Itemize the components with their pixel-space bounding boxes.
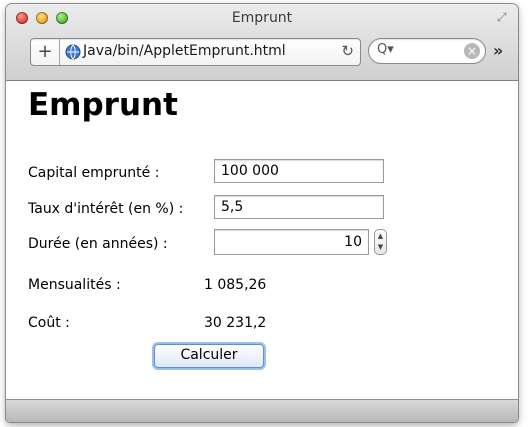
capital-input[interactable] xyxy=(214,159,384,183)
calculate-button[interactable]: Calculer xyxy=(154,344,264,368)
duree-input[interactable]: 10 xyxy=(214,229,369,255)
address-bar[interactable]: + Java/bin/AppletEmprunt.html ↻ xyxy=(30,38,361,66)
duree-stepper[interactable]: ▲ ▼ xyxy=(374,229,387,255)
status-bar xyxy=(6,399,518,422)
globe-icon xyxy=(65,44,81,60)
chevron-down-icon[interactable]: ▼ xyxy=(375,241,386,253)
mensualites-value: 1 085,26 xyxy=(204,277,267,293)
page-content: Emprunt Capital emprunté : Taux d'intérê… xyxy=(6,81,518,399)
page-title: Emprunt xyxy=(28,87,178,123)
window-title: Emprunt xyxy=(231,10,293,26)
search-field[interactable]: Q▾ × xyxy=(368,38,486,64)
taux-input[interactable] xyxy=(214,195,384,219)
browser-window: Emprunt ⤢ + Java/bin/AppletEmprunt.html … xyxy=(6,4,518,422)
duree-label: Durée (en années) : xyxy=(28,236,168,252)
reload-icon[interactable]: ↻ xyxy=(341,42,354,60)
fullscreen-icon[interactable]: ⤢ xyxy=(497,11,510,24)
capital-label: Capital emprunté : xyxy=(28,165,160,181)
title-toolbar: Emprunt ⤢ + Java/bin/AppletEmprunt.html … xyxy=(6,4,518,81)
toolbar-overflow-icon[interactable]: » xyxy=(493,41,503,60)
search-icon: Q▾ xyxy=(377,42,394,57)
cout-label: Coût : xyxy=(28,315,70,331)
taux-label: Taux d'intérêt (en %) : xyxy=(28,201,184,217)
url-text[interactable]: Java/bin/AppletEmprunt.html xyxy=(83,43,286,59)
clear-icon[interactable]: × xyxy=(464,43,480,59)
cout-value: 30 231,2 xyxy=(204,315,267,331)
new-tab-button[interactable]: + xyxy=(31,39,60,65)
mensualites-label: Mensualités : xyxy=(28,277,121,293)
